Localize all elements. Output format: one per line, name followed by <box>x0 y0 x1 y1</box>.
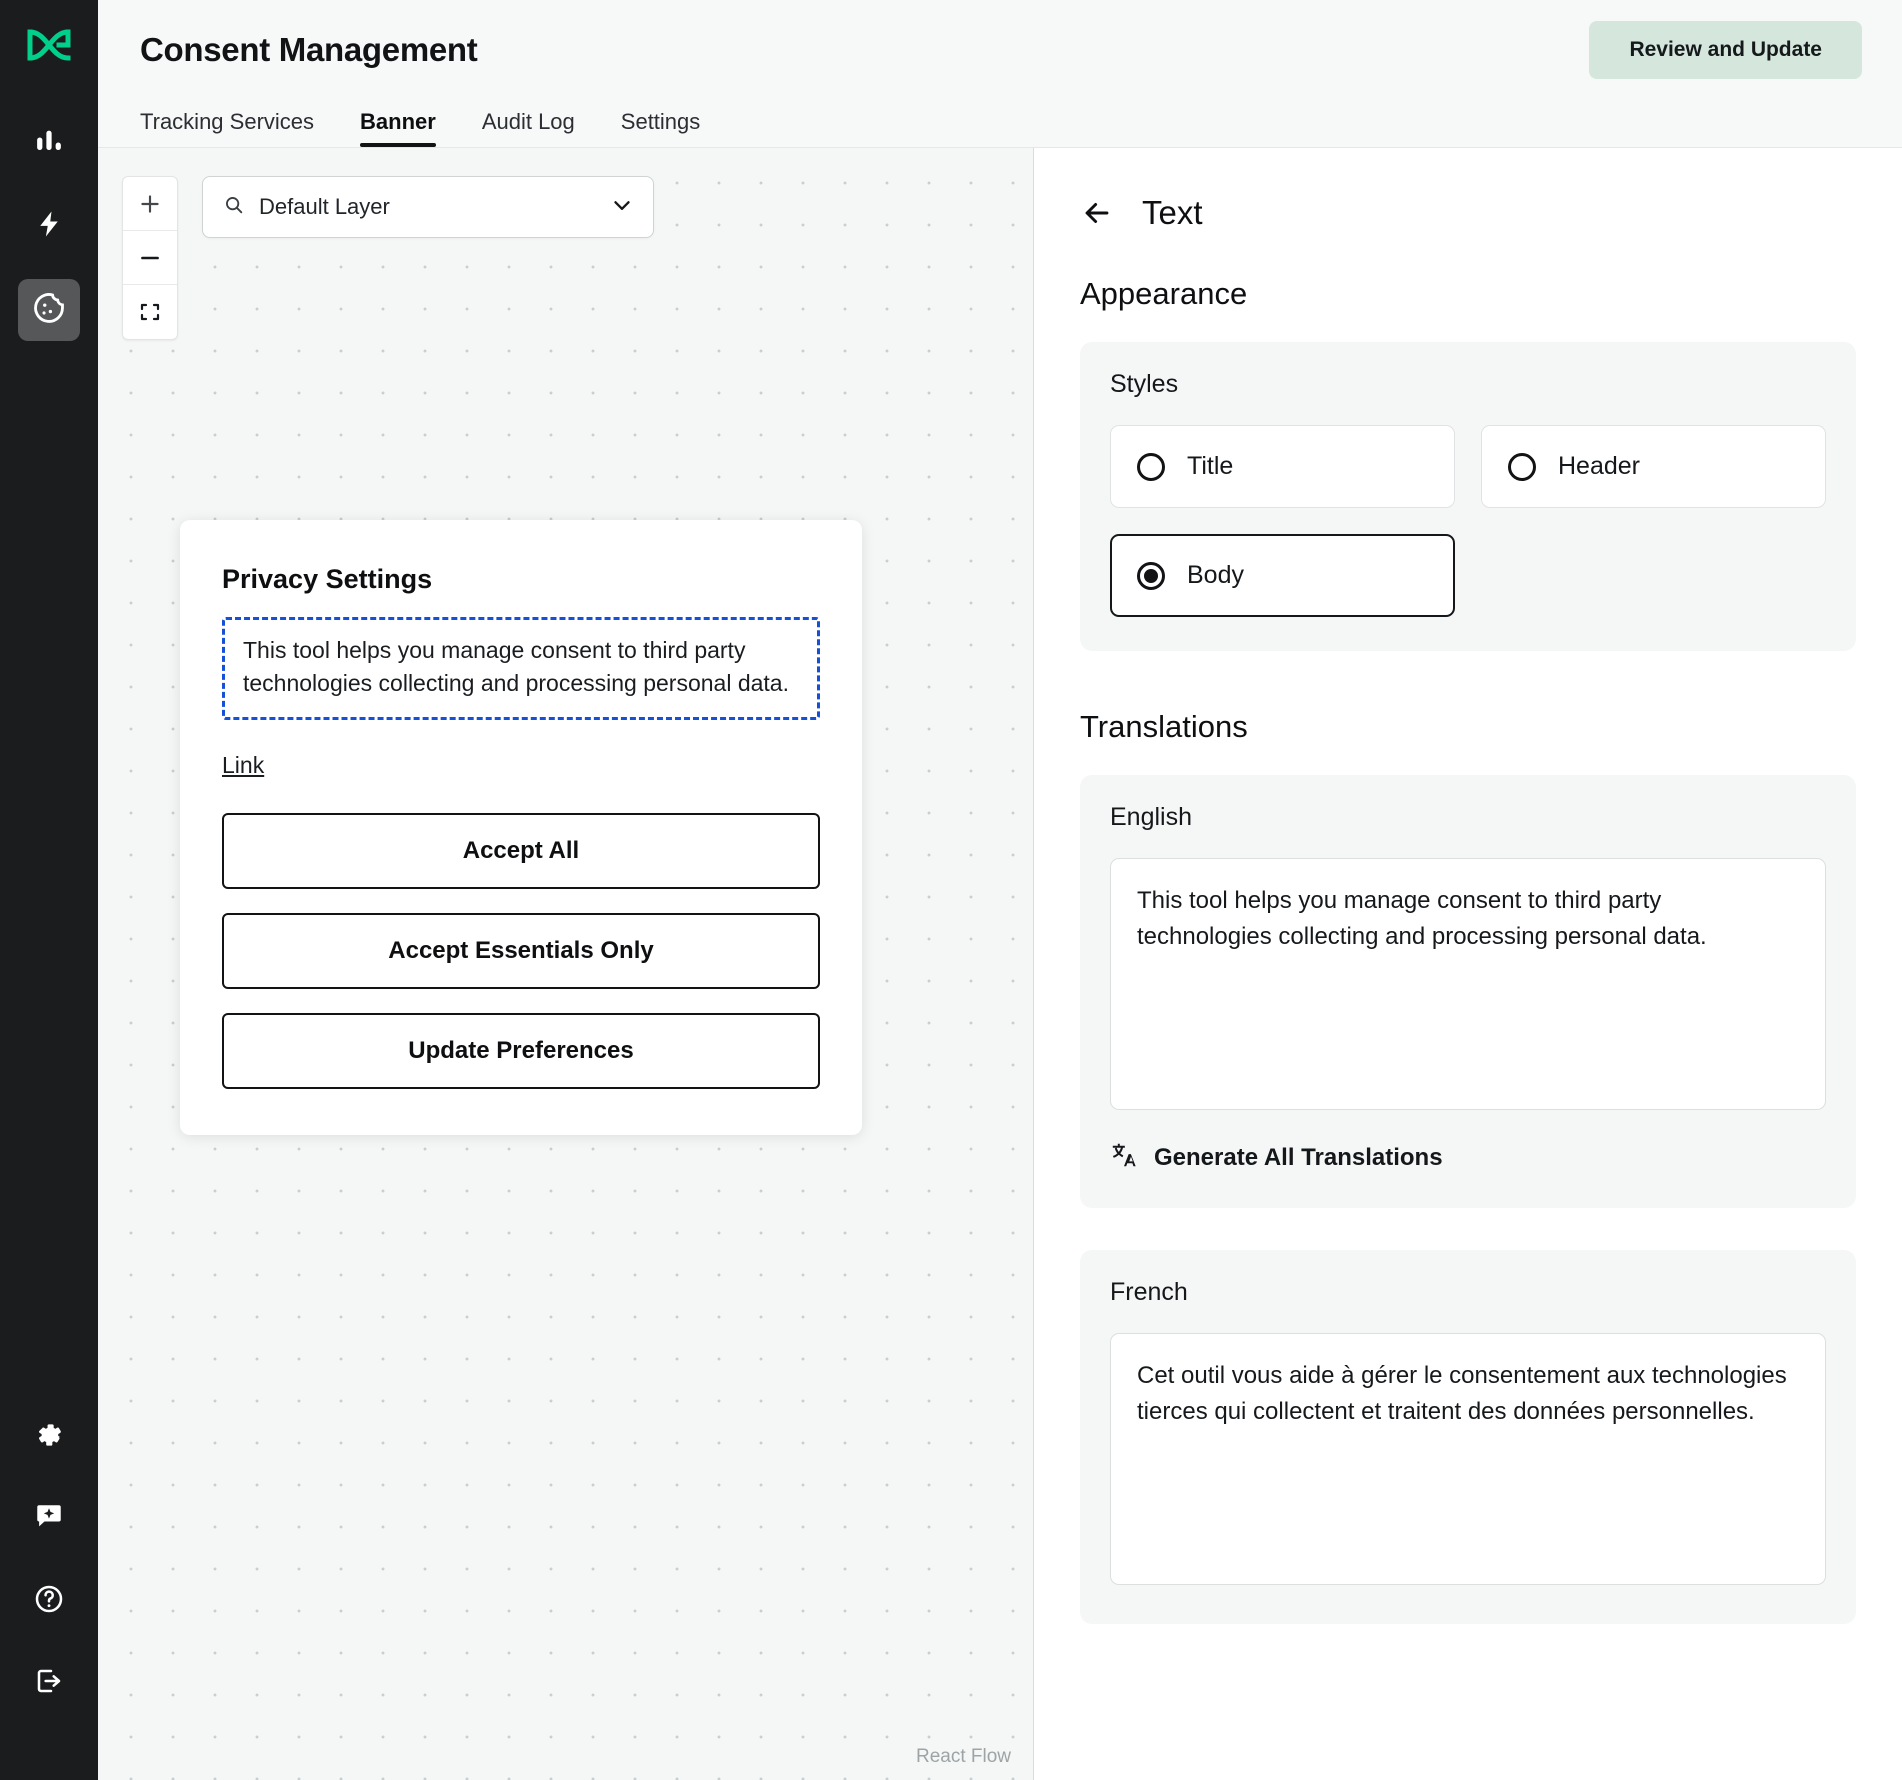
style-option-body[interactable]: Body <box>1110 534 1455 617</box>
sidebar-bottom-group <box>18 1406 80 1734</box>
search-icon <box>223 194 245 221</box>
style-radio-group: Title Header Body <box>1110 425 1826 617</box>
main-region: Consent Management Review and Update Tra… <box>98 0 1902 1780</box>
banner-preview-update-preferences-button[interactable]: Update Preferences <box>222 1012 820 1089</box>
sidebar-item-analytics[interactable] <box>18 111 80 173</box>
banner-preview-link[interactable]: Link <box>222 752 264 779</box>
sidebar-item-settings[interactable] <box>18 1406 80 1468</box>
cookie-icon <box>32 291 66 330</box>
style-option-header[interactable]: Header <box>1481 425 1826 508</box>
tab-audit-log[interactable]: Audit Log <box>482 109 575 147</box>
tab-settings[interactable]: Settings <box>621 109 701 147</box>
layer-select[interactable]: Default Layer <box>202 176 654 238</box>
style-option-title[interactable]: Title <box>1110 425 1455 508</box>
sidebar-item-logout[interactable] <box>18 1652 80 1714</box>
radio-checked-icon <box>1137 561 1165 590</box>
banner-canvas[interactable]: Default Layer Privacy Settings This tool… <box>98 148 1034 1780</box>
radio-unchecked-icon <box>1137 452 1165 481</box>
translations-section-title: Translations <box>1080 709 1248 744</box>
zoom-in-button[interactable] <box>123 177 177 231</box>
styles-card: Styles Title Header Body <box>1080 342 1856 651</box>
sidebar-item-help[interactable] <box>18 1570 80 1632</box>
analytics-bar-chart-icon <box>34 125 64 160</box>
top-bar: Consent Management Review and Update <box>98 0 1902 100</box>
style-option-header-label: Header <box>1558 452 1640 480</box>
banner-preview-card[interactable]: Privacy Settings This tool helps you man… <box>180 520 862 1135</box>
page-title: Consent Management <box>140 31 478 68</box>
fit-view-button[interactable] <box>123 285 177 339</box>
chevron-down-icon <box>609 192 635 223</box>
brand-logo[interactable] <box>27 28 71 67</box>
zoom-out-button[interactable] <box>123 231 177 285</box>
body-area: Default Layer Privacy Settings This tool… <box>98 148 1902 1780</box>
translation-card-french: French <box>1080 1250 1856 1624</box>
panel-header: Text <box>1080 194 1856 232</box>
style-option-body-label: Body <box>1187 561 1244 589</box>
banner-preview-body-selection[interactable]: This tool helps you manage consent to th… <box>222 617 820 720</box>
logout-icon <box>33 1665 65 1702</box>
translation-card-english: English Generate All Translations <box>1080 775 1856 1208</box>
sidebar-item-activation[interactable] <box>18 195 80 257</box>
help-circle-icon <box>33 1583 65 1620</box>
translation-language-english: English <box>1110 803 1192 831</box>
global-sidebar <box>0 0 98 1780</box>
banner-preview-accept-essentials-button[interactable]: Accept Essentials Only <box>222 912 820 989</box>
ai-chat-sparkle-icon <box>33 1501 65 1538</box>
review-and-update-button[interactable]: Review and Update <box>1589 21 1862 79</box>
tab-bar: Tracking Services Banner Audit Log Setti… <box>98 100 1902 148</box>
style-option-title-label: Title <box>1187 452 1234 480</box>
arrow-left-icon[interactable] <box>1080 196 1114 230</box>
gear-icon <box>33 1419 65 1456</box>
generate-all-translations-label: Generate All Translations <box>1154 1143 1443 1171</box>
translate-icon <box>1110 1141 1138 1174</box>
translation-language-french: French <box>1110 1278 1188 1306</box>
canvas-zoom-controls <box>122 176 178 340</box>
sidebar-item-assistant[interactable] <box>18 1488 80 1550</box>
banner-preview-title[interactable]: Privacy Settings <box>222 564 820 595</box>
styles-label: Styles <box>1110 370 1179 398</box>
layer-select-value: Default Layer <box>259 194 390 219</box>
app-root: Consent Management Review and Update Tra… <box>0 0 1902 1780</box>
appearance-section-title: Appearance <box>1080 276 1248 311</box>
lightning-bolt-icon <box>34 209 64 244</box>
banner-preview-accept-all-button[interactable]: Accept All <box>222 812 820 889</box>
react-flow-attribution[interactable]: React Flow <box>909 1742 1017 1772</box>
translation-input-english[interactable] <box>1110 858 1826 1110</box>
panel-title: Text <box>1142 194 1203 231</box>
translation-input-french[interactable] <box>1110 1333 1826 1585</box>
sidebar-item-consent[interactable] <box>18 279 80 341</box>
banner-preview-body-text: This tool helps you manage consent to th… <box>243 637 789 697</box>
text-properties-panel: Text Appearance Styles Title Header Body… <box>1034 148 1902 1780</box>
generate-all-translations-button[interactable]: Generate All Translations <box>1110 1141 1826 1174</box>
radio-unchecked-icon <box>1508 452 1536 481</box>
tab-tracking-services[interactable]: Tracking Services <box>140 109 314 147</box>
tab-banner[interactable]: Banner <box>360 109 436 147</box>
